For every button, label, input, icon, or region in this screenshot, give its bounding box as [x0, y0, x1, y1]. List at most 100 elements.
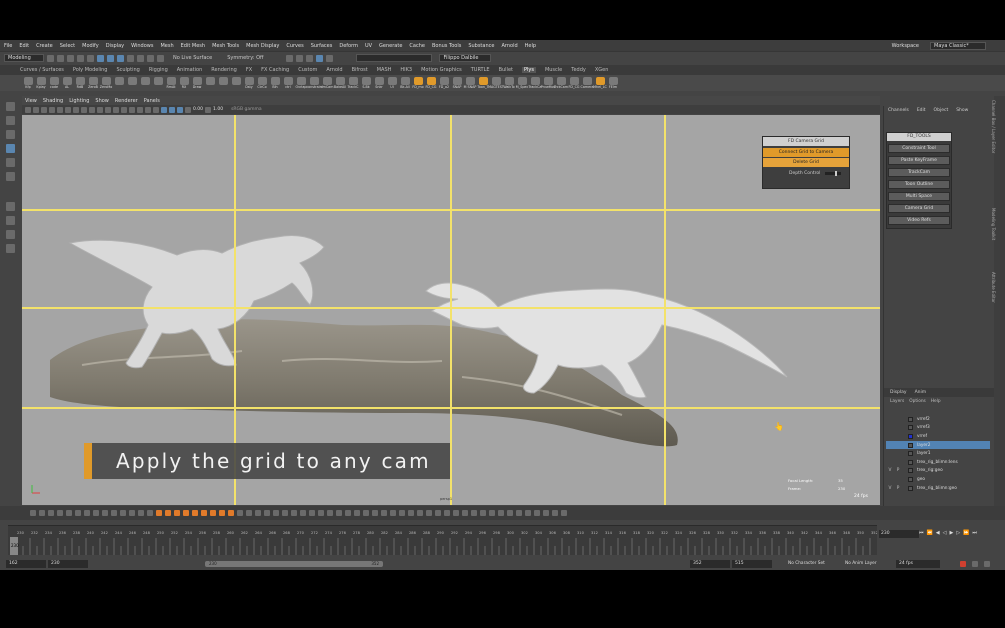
- shelf-tool[interactable]: M SNAP: [464, 76, 476, 91]
- video-refs-button[interactable]: Video Refs: [888, 216, 950, 225]
- go-to-end-icon[interactable]: ⏭: [972, 530, 977, 536]
- anim-tool-icon[interactable]: [237, 510, 243, 516]
- menu-generate[interactable]: Generate: [379, 43, 402, 49]
- outliner-layout-icon[interactable]: [6, 230, 15, 239]
- snap-view-icon[interactable]: [157, 54, 164, 62]
- anim-tool-icon[interactable]: [165, 510, 171, 516]
- shelf-tool[interactable]: [204, 76, 216, 91]
- anim-tool-icon[interactable]: [480, 510, 486, 516]
- viewport-3d[interactable]: FD Camera Grid Connect Grid to Camera De…: [22, 115, 880, 505]
- shelf-tool[interactable]: TrckCam: [554, 76, 568, 91]
- shelf-tool[interactable]: ZeroMo: [100, 76, 112, 91]
- layer-row[interactable]: vrref3: [886, 424, 990, 433]
- menu-deform[interactable]: Deform: [339, 43, 358, 49]
- gamma-icon[interactable]: [205, 106, 212, 113]
- anim-tool-icon[interactable]: [201, 510, 207, 516]
- anim-tool-icon[interactable]: [192, 510, 198, 516]
- symmetry-label[interactable]: Symmetry: Off: [227, 55, 263, 61]
- go-to-start-icon[interactable]: ⏮: [919, 530, 924, 536]
- shelf-tool[interactable]: MAGTEST: [488, 76, 504, 91]
- menu-select[interactable]: Select: [60, 43, 75, 49]
- layer-color-swatch[interactable]: [908, 468, 913, 474]
- step-back-icon[interactable]: ◀: [936, 530, 940, 536]
- anim-tool-icon[interactable]: [66, 510, 72, 516]
- anim-tool-icon[interactable]: [390, 510, 396, 516]
- shelf-tab-arnold[interactable]: Arnold: [326, 67, 342, 73]
- anim-tool-icon[interactable]: [174, 510, 180, 516]
- shelf-tool[interactable]: dmCam: [321, 76, 333, 91]
- layer-color-swatch[interactable]: [908, 476, 913, 482]
- connect-grid-button[interactable]: Connect Grid to Camera: [763, 148, 849, 157]
- anim-tool-icon[interactable]: [462, 510, 468, 516]
- anim-tool-icon[interactable]: [453, 510, 459, 516]
- layer-playback-toggle[interactable]: P: [894, 468, 902, 473]
- side-tab-channel-box[interactable]: Channel Box / Layer Editor: [991, 100, 996, 153]
- layer-row[interactable]: layer2: [886, 440, 990, 450]
- anim-tool-icon[interactable]: [138, 510, 144, 516]
- anim-tool-icon[interactable]: [399, 510, 405, 516]
- resolution-gate-icon[interactable]: [73, 106, 79, 113]
- paint-select-icon[interactable]: [6, 130, 15, 139]
- anim-tool-icon[interactable]: [507, 510, 513, 516]
- anim-tool-icon[interactable]: [147, 510, 153, 516]
- menu-uv[interactable]: UV: [365, 43, 372, 49]
- menu-mesh-tools[interactable]: Mesh Tools: [212, 43, 239, 49]
- anim-tool-icon[interactable]: [561, 510, 567, 516]
- menu-help[interactable]: Help: [525, 43, 536, 49]
- menu-create[interactable]: Create: [36, 43, 53, 49]
- shelf-tab-bifrost[interactable]: Bifrost: [352, 67, 368, 73]
- shelf-tab-sculpting[interactable]: Sculpting: [116, 67, 139, 73]
- shelf-tab-mash[interactable]: MASH: [377, 67, 392, 73]
- viewport-menu-show[interactable]: Show: [95, 98, 109, 104]
- menu-curves[interactable]: Curves: [286, 43, 303, 49]
- character-set-dropdown[interactable]: No Character Set: [788, 561, 825, 566]
- menu-edit[interactable]: Edit: [19, 43, 29, 49]
- anim-tool-icon[interactable]: [282, 510, 288, 516]
- film-gate-icon[interactable]: [65, 106, 71, 113]
- shelf-tool[interactable]: [139, 76, 151, 91]
- snap-curve-icon[interactable]: [137, 54, 144, 62]
- constraint-tool-button[interactable]: Constraint Tool: [888, 144, 950, 153]
- anim-tool-icon[interactable]: [408, 510, 414, 516]
- layer-row[interactable]: geo: [886, 475, 990, 484]
- shelf-tool[interactable]: [126, 76, 138, 91]
- shelf-tab-xgen[interactable]: XGen: [595, 67, 609, 73]
- fps-dropdown[interactable]: 24 fps: [896, 560, 940, 568]
- anim-tool-icon[interactable]: [210, 510, 216, 516]
- move-tool-icon[interactable]: [6, 144, 15, 153]
- anim-tool-icon[interactable]: [48, 510, 54, 516]
- menu-display[interactable]: Display: [106, 43, 124, 49]
- anim-tool-icon[interactable]: [525, 510, 531, 516]
- shelf-tab-motion-graphics[interactable]: Motion Graphics: [421, 67, 462, 73]
- anim-tool-icon[interactable]: [363, 510, 369, 516]
- shelf-tool[interactable]: Bk-All: [399, 76, 411, 91]
- anim-tool-icon[interactable]: [93, 510, 99, 516]
- camera-grid-title[interactable]: FD Camera Grid: [763, 137, 849, 146]
- ambient-occlusion-icon[interactable]: [145, 106, 151, 113]
- anim-tool-icon[interactable]: [426, 510, 432, 516]
- image-plane-icon[interactable]: [49, 106, 55, 113]
- current-frame-marker[interactable]: 230: [10, 537, 19, 555]
- shelf-tool[interactable]: WalkTo: [503, 76, 515, 91]
- shelf-tab-curves[interactable]: Curves / Surfaces: [20, 67, 64, 73]
- shelf-tool[interactable]: [113, 76, 125, 91]
- anim-tool-icon[interactable]: [471, 510, 477, 516]
- anim-tool-icon[interactable]: [129, 510, 135, 516]
- layer-tab-display[interactable]: Display: [890, 390, 907, 395]
- menu-mesh-display[interactable]: Mesh Display: [246, 43, 279, 49]
- shelf-tool[interactable]: [230, 76, 242, 91]
- viewport-menu-lighting[interactable]: Lighting: [69, 98, 89, 104]
- new-scene-icon[interactable]: [47, 54, 54, 62]
- anim-tool-icon[interactable]: [327, 510, 333, 516]
- aa-icon[interactable]: [153, 106, 159, 113]
- lasso-tool-icon[interactable]: [6, 116, 15, 125]
- layer-color-swatch[interactable]: [908, 459, 913, 465]
- anim-tool-icon[interactable]: [417, 510, 423, 516]
- shelf-tool[interactable]: TrackCa: [529, 76, 541, 91]
- anim-tool-icon[interactable]: [381, 510, 387, 516]
- grid-icon[interactable]: [57, 106, 63, 113]
- layer-color-swatch[interactable]: [908, 433, 913, 439]
- menu-arnold[interactable]: Arnold: [501, 43, 517, 49]
- shelf-tool[interactable]: Mhel_LC: [593, 76, 607, 91]
- layer-color-swatch[interactable]: [908, 425, 913, 431]
